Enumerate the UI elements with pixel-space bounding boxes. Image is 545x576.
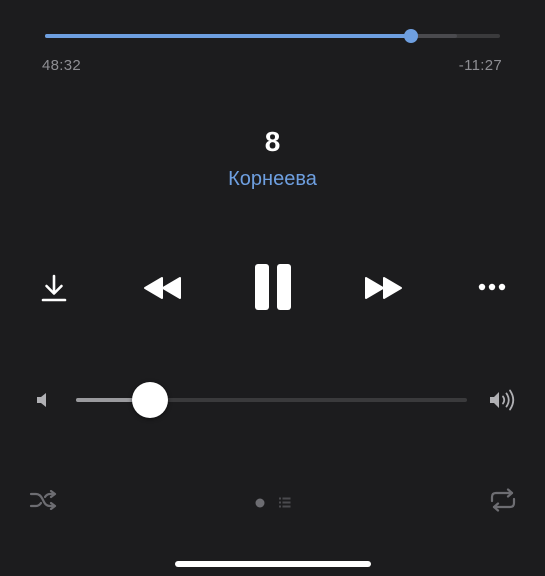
progress-played: [45, 34, 412, 38]
page-indicator-dot[interactable]: [255, 495, 265, 508]
pause-button[interactable]: [247, 260, 299, 314]
shuffle-button[interactable]: [28, 488, 58, 512]
progress-thumb[interactable]: [404, 29, 419, 43]
more-icon: [478, 283, 506, 291]
pause-icon: [255, 264, 291, 310]
repeat-button[interactable]: [488, 487, 518, 513]
shuffle-icon: [29, 490, 57, 510]
home-indicator[interactable]: [175, 561, 371, 567]
volume-min-icon: [34, 391, 50, 409]
volume-thumb[interactable]: [132, 382, 169, 418]
track-title: 8: [264, 126, 281, 157]
elapsed-time: 48:32: [42, 57, 82, 74]
track-artist[interactable]: Корнеева: [0, 168, 545, 191]
queue-list-icon[interactable]: [279, 495, 291, 508]
volume-max-icon: [488, 388, 518, 412]
download-button[interactable]: [34, 268, 74, 308]
repeat-icon: [490, 488, 516, 512]
volume-slider[interactable]: [76, 382, 467, 418]
rewind-button[interactable]: [138, 268, 188, 308]
rewind-icon: [144, 277, 181, 299]
remaining-time: -11:27: [458, 57, 502, 74]
fast-forward-icon: [365, 277, 402, 299]
download-icon: [41, 274, 67, 302]
progress-bar[interactable]: [45, 29, 500, 43]
more-button[interactable]: [472, 272, 512, 302]
fast-forward-button[interactable]: [358, 268, 408, 308]
